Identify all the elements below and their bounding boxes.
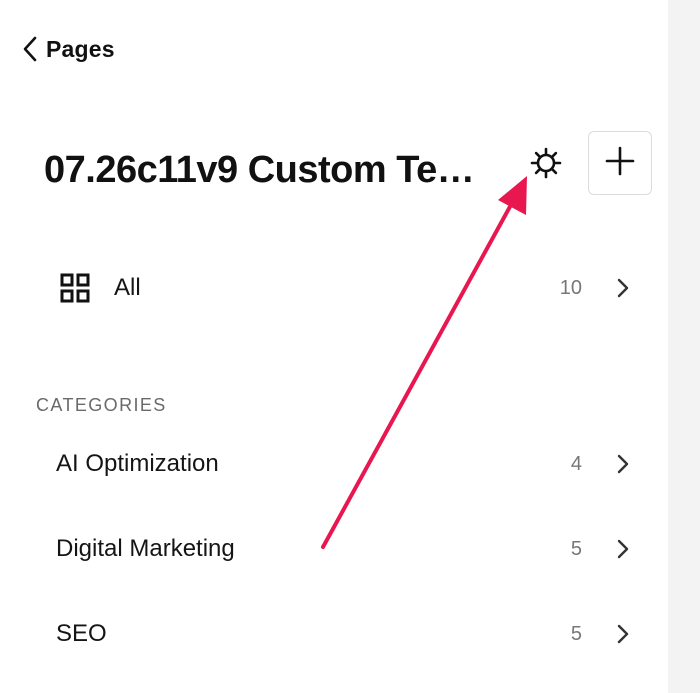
all-count: 10: [559, 276, 582, 299]
chevron-right-icon: [616, 277, 630, 299]
chevron-right-icon: [616, 623, 630, 645]
back-label: Pages: [46, 35, 115, 62]
right-edge-panel: [668, 0, 700, 693]
add-button[interactable]: [588, 131, 652, 195]
grid-icon: [60, 273, 90, 303]
all-pages-row[interactable]: All 10: [36, 260, 640, 316]
plus-icon: [604, 145, 636, 182]
category-row-ai-optimization[interactable]: AI Optimization 4: [36, 436, 640, 492]
back-to-pages-link[interactable]: Pages: [22, 34, 115, 64]
category-row-seo[interactable]: SEO 5: [36, 606, 640, 662]
chevron-right-icon: [616, 538, 630, 560]
settings-button[interactable]: [526, 145, 566, 185]
pages-panel: Pages 07.26c11v9 Custom Te… All 10 CATEG…: [0, 0, 668, 693]
chevron-right-icon: [616, 453, 630, 475]
category-label: AI Optimization: [56, 450, 219, 477]
categories-heading: CATEGORIES: [36, 395, 167, 415]
category-label: SEO: [56, 620, 107, 647]
gear-icon: [529, 146, 563, 185]
category-count: 4: [570, 452, 582, 475]
category-count: 5: [570, 537, 582, 560]
category-row-digital-marketing[interactable]: Digital Marketing 5: [36, 521, 640, 577]
all-label: All: [114, 274, 141, 301]
chevron-left-icon: [22, 36, 38, 62]
category-label: Digital Marketing: [56, 535, 235, 562]
page-title: 07.26c11v9 Custom Te…: [44, 149, 475, 191]
category-count: 5: [570, 622, 582, 645]
